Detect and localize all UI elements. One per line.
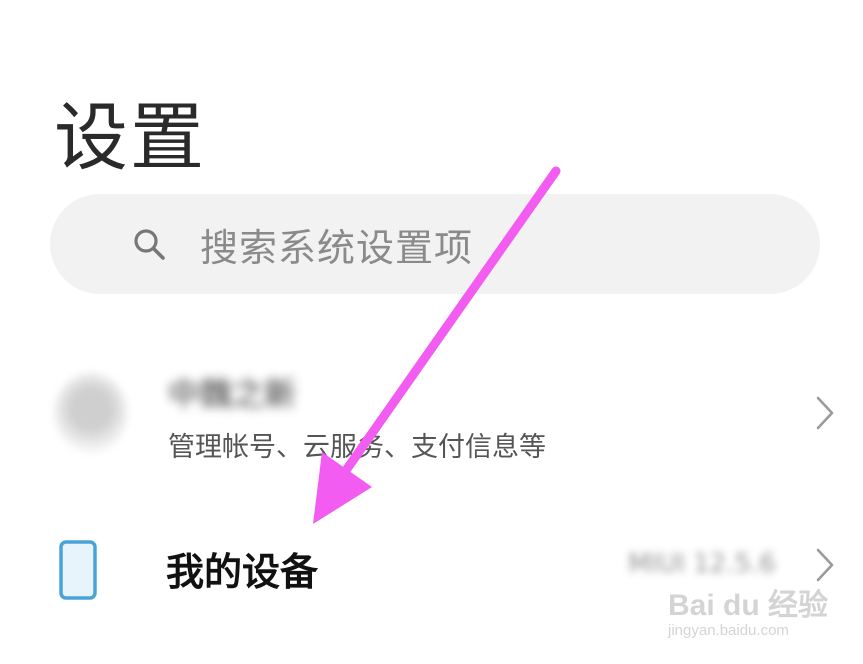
phone-icon (59, 540, 97, 600)
device-version: MIUI 12.5.6 (628, 549, 776, 579)
chevron-right-icon (816, 548, 834, 582)
account-subtitle: 管理帐号、云服务、支付信息等 (168, 432, 546, 463)
watermark-url: jingyan.baidu.com (668, 622, 789, 639)
account-name: 中魏之新 (168, 375, 297, 413)
baidu-watermark: Bai du 经验 jingyan.baidu.com (668, 580, 843, 650)
watermark-brand: Bai du 经验 (668, 589, 829, 622)
search-placeholder: 搜索系统设置项 (200, 225, 474, 270)
avatar (55, 373, 127, 453)
chevron-right-icon (816, 396, 834, 430)
page-title: 设置 (54, 95, 206, 181)
search-icon (134, 229, 165, 260)
my-device-label: 我的设备 (166, 550, 319, 594)
account-row[interactable]: 中魏之新 管理帐号、云服务、支付信息等 (0, 355, 863, 475)
search-bar[interactable]: 搜索系统设置项 (50, 194, 820, 294)
